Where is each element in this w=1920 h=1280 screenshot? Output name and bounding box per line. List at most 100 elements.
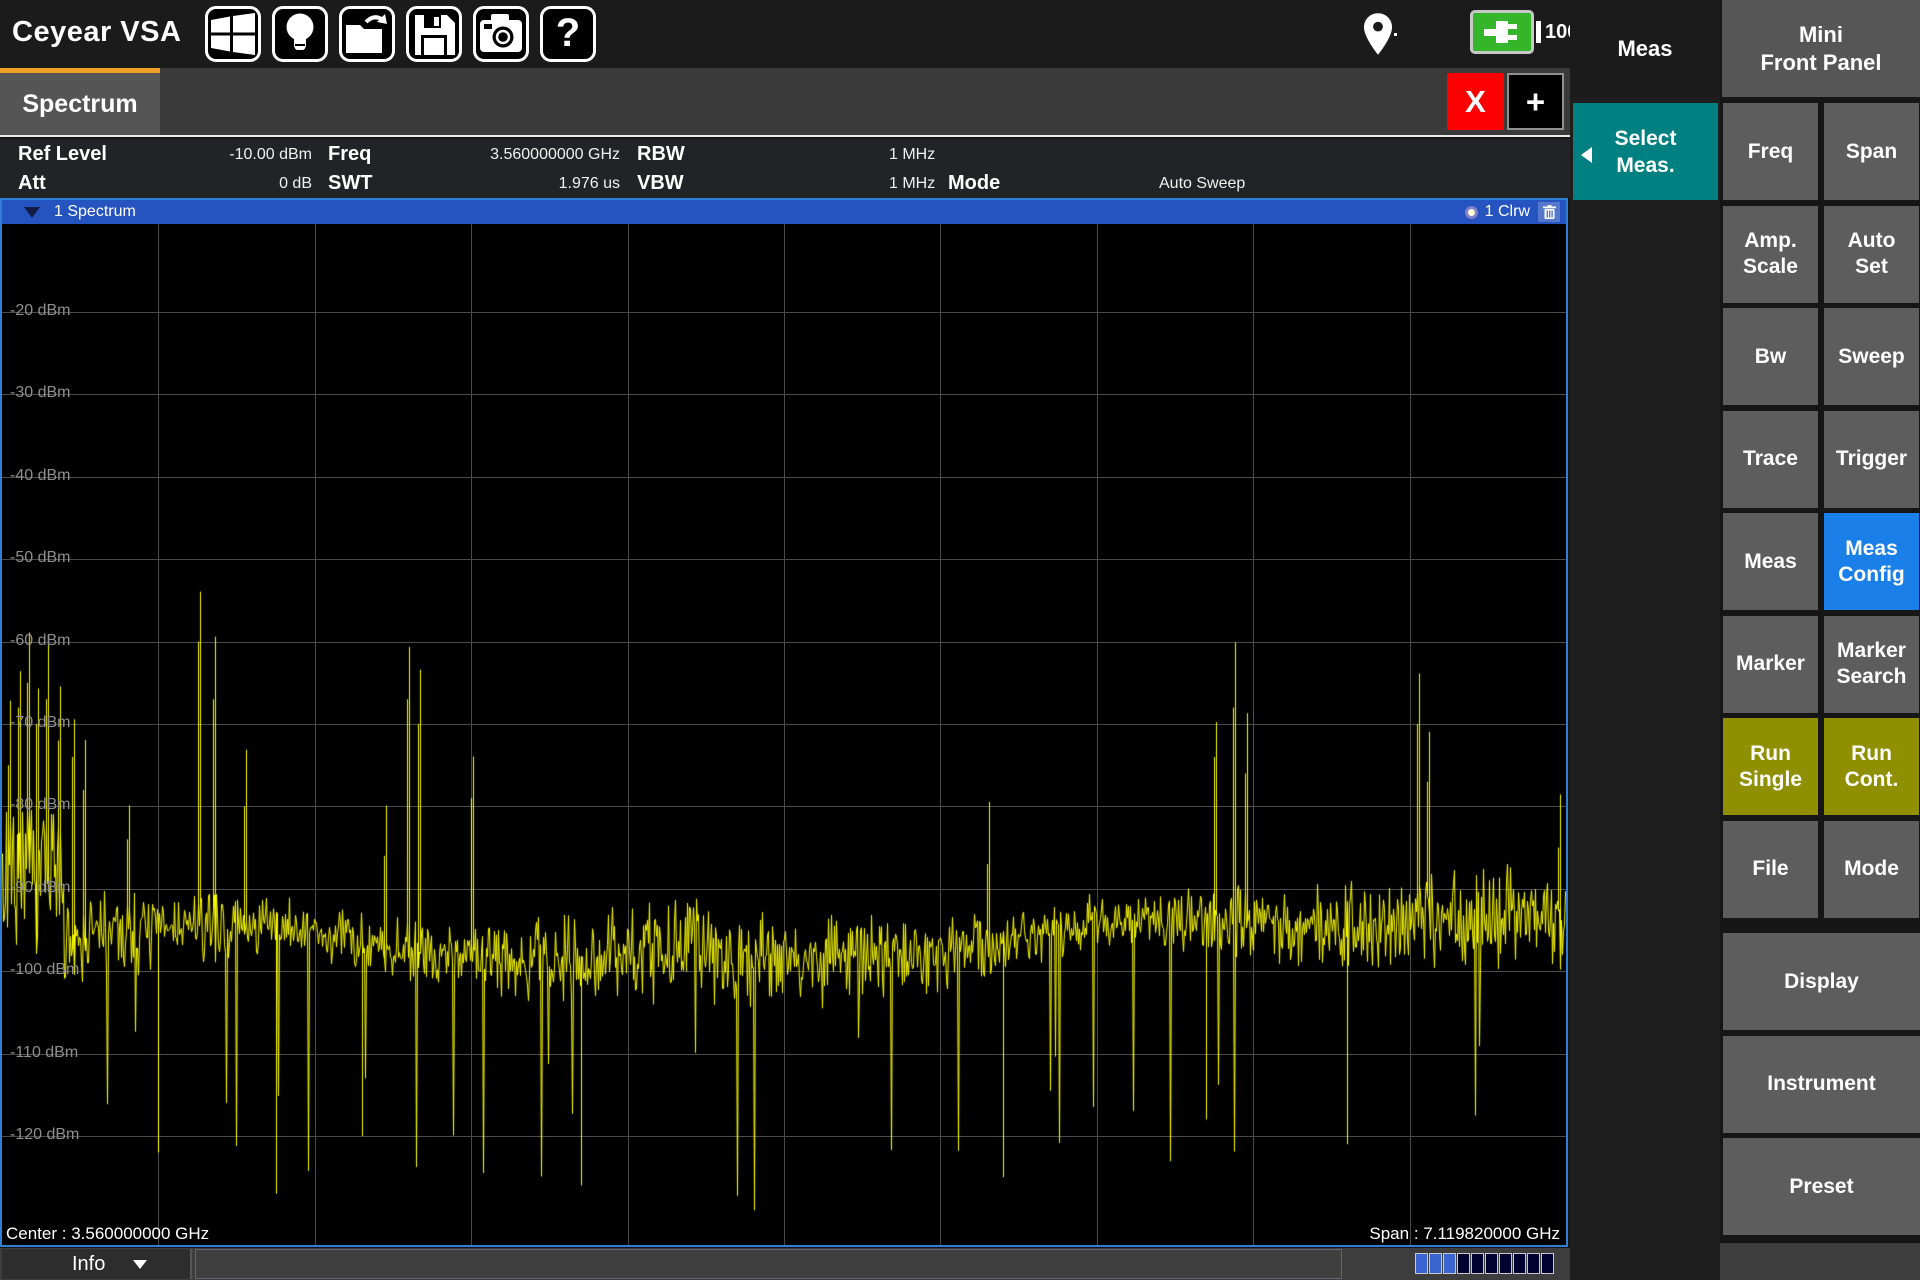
progress-cell: [1499, 1253, 1512, 1274]
progress-cell: [1471, 1253, 1484, 1274]
ref-level-label: Ref Level: [18, 143, 107, 166]
delete-trace-button[interactable]: [1538, 202, 1560, 222]
ref-level-value[interactable]: -10.00 dBm: [180, 146, 312, 164]
add-tab-button[interactable]: +: [1507, 73, 1564, 130]
panel-button-run-cont[interactable]: Run Cont.: [1824, 718, 1919, 815]
y-axis-label: -20 dBm: [10, 302, 70, 320]
battery-terminal: [1536, 21, 1541, 43]
panel-button-auto-set[interactable]: Auto Set: [1824, 206, 1919, 303]
progress-cell: [1541, 1253, 1554, 1274]
progress-cell: [1443, 1253, 1456, 1274]
panel-button-trigger[interactable]: Trigger: [1824, 411, 1919, 508]
tab-bar: Spectrum X +: [0, 68, 1570, 137]
swt-label: SWT: [328, 172, 372, 195]
side-panel: Meas Select Meas. Mini Front Panel FreqS…: [1570, 0, 1920, 1280]
bulb-icon: [283, 12, 317, 56]
windows-button[interactable]: [205, 6, 261, 62]
trace-radio-indicator[interactable]: [1465, 206, 1478, 219]
save-icon: [413, 13, 455, 55]
trace-mode-badge: 1 Clrw: [1485, 203, 1530, 221]
panel-button-trace[interactable]: Trace: [1723, 411, 1818, 508]
app-title: Ceyear VSA: [12, 16, 181, 49]
help-icon: ?: [553, 12, 583, 56]
application-window: Ceyear VSA ?: [0, 0, 1920, 1280]
bulb-button[interactable]: [272, 6, 328, 62]
mini-front-panel-header: Mini Front Panel: [1722, 0, 1920, 97]
freq-value[interactable]: 3.560000000 GHz: [470, 146, 620, 164]
y-axis-label: -70 dBm: [10, 714, 70, 732]
panel-button-freq[interactable]: Freq: [1723, 103, 1818, 200]
close-tab-button[interactable]: X: [1447, 73, 1504, 130]
collapse-triangle-icon[interactable]: [24, 207, 40, 218]
message-box: [195, 1249, 1342, 1279]
progress-cell: [1415, 1253, 1428, 1274]
att-label: Att: [18, 172, 46, 195]
folder-open-button[interactable]: [339, 6, 395, 62]
swt-value[interactable]: 1.976 us: [470, 175, 620, 193]
progress-cell: [1429, 1253, 1442, 1274]
spectrum-trace[interactable]: [2, 224, 1566, 1245]
center-frequency-label: Center : 3.560000000 GHz: [6, 1224, 209, 1244]
panel-button-marker-search[interactable]: Marker Search: [1824, 616, 1919, 713]
info-label: Info: [72, 1253, 105, 1276]
spectrum-display: 1 Spectrum 1 Clrw Center : 3.560000000 G…: [0, 198, 1568, 1247]
vbw-label: VBW: [637, 172, 684, 195]
y-axis-label: -30 dBm: [10, 384, 70, 402]
plot-area: Center : 3.560000000 GHz Span : 7.119820…: [2, 224, 1566, 1245]
select-meas-button[interactable]: Select Meas.: [1573, 103, 1718, 200]
panel-button-mode[interactable]: Mode: [1824, 821, 1919, 918]
mode-label: Mode: [948, 172, 1000, 195]
battery-icon: [1470, 10, 1534, 54]
tab-spectrum[interactable]: Spectrum: [0, 68, 160, 135]
y-axis-label: -120 dBm: [10, 1126, 79, 1144]
panel-button-bw[interactable]: Bw: [1723, 308, 1818, 405]
trace-title-bar[interactable]: 1 Spectrum 1 Clrw: [2, 200, 1566, 224]
y-axis-label: -50 dBm: [10, 549, 70, 567]
panel-button-instrument[interactable]: Instrument: [1723, 1036, 1920, 1133]
panel-button-amp-scale[interactable]: Amp. Scale: [1723, 206, 1818, 303]
panel-button-span[interactable]: Span: [1824, 103, 1919, 200]
y-axis-label: -60 dBm: [10, 632, 70, 650]
menu-header: Meas: [1570, 0, 1720, 97]
chevron-down-icon: [133, 1260, 147, 1269]
rbw-value[interactable]: 1 MHz: [889, 146, 935, 164]
progress-cell: [1527, 1253, 1540, 1274]
camera-button[interactable]: [473, 6, 529, 62]
freq-label: Freq: [328, 143, 371, 166]
arrow-left-icon: [1581, 147, 1592, 163]
panel-button-sweep[interactable]: Sweep: [1824, 308, 1919, 405]
svg-text:?: ?: [556, 12, 580, 55]
panel-button-preset[interactable]: Preset: [1723, 1138, 1920, 1235]
status-bar: Info 58.17°C 2022/06/18 14:38:57: [0, 1248, 1570, 1280]
panel-button-marker[interactable]: Marker: [1723, 616, 1818, 713]
y-axis-label: -100 dBm: [10, 961, 79, 979]
y-axis-label: -110 dBm: [10, 1044, 78, 1062]
panel-button-meas[interactable]: Meas: [1723, 513, 1818, 610]
toolbar: ?: [205, 6, 596, 64]
progress-cell: [1513, 1253, 1526, 1274]
panel-button-file[interactable]: File: [1723, 821, 1818, 918]
panel-button-meas-config[interactable]: Meas Config: [1824, 513, 1919, 610]
location-pin-icon: [1362, 12, 1394, 56]
y-axis-label: -90 dBm: [10, 879, 70, 897]
windows-icon: [210, 13, 256, 55]
span-label: Span : 7.119820000 GHz: [1369, 1224, 1560, 1244]
top-bar: Ceyear VSA ?: [0, 0, 1570, 68]
panel-button-run-single[interactable]: Run Single: [1723, 718, 1818, 815]
info-dropdown[interactable]: Info: [2, 1249, 192, 1279]
panel-button-display[interactable]: Display: [1723, 933, 1920, 1030]
trace-title: 1 Spectrum: [54, 203, 136, 221]
settings-bar: Ref Level -10.00 dBm Att 0 dB Freq 3.560…: [0, 139, 1570, 198]
camera-icon: [479, 14, 523, 54]
mode-value[interactable]: Auto Sweep: [1159, 175, 1245, 193]
y-axis-label: -80 dBm: [10, 796, 70, 814]
att-value[interactable]: 0 dB: [180, 175, 312, 193]
y-axis-label: -40 dBm: [10, 467, 70, 485]
vbw-value[interactable]: 1 MHz: [889, 175, 935, 193]
rbw-label: RBW: [637, 143, 685, 166]
help-button[interactable]: ?: [540, 6, 596, 62]
folder-open-icon: [344, 13, 390, 55]
gps-status: [1362, 12, 1402, 56]
save-button[interactable]: [406, 6, 462, 62]
progress-cell: [1485, 1253, 1498, 1274]
